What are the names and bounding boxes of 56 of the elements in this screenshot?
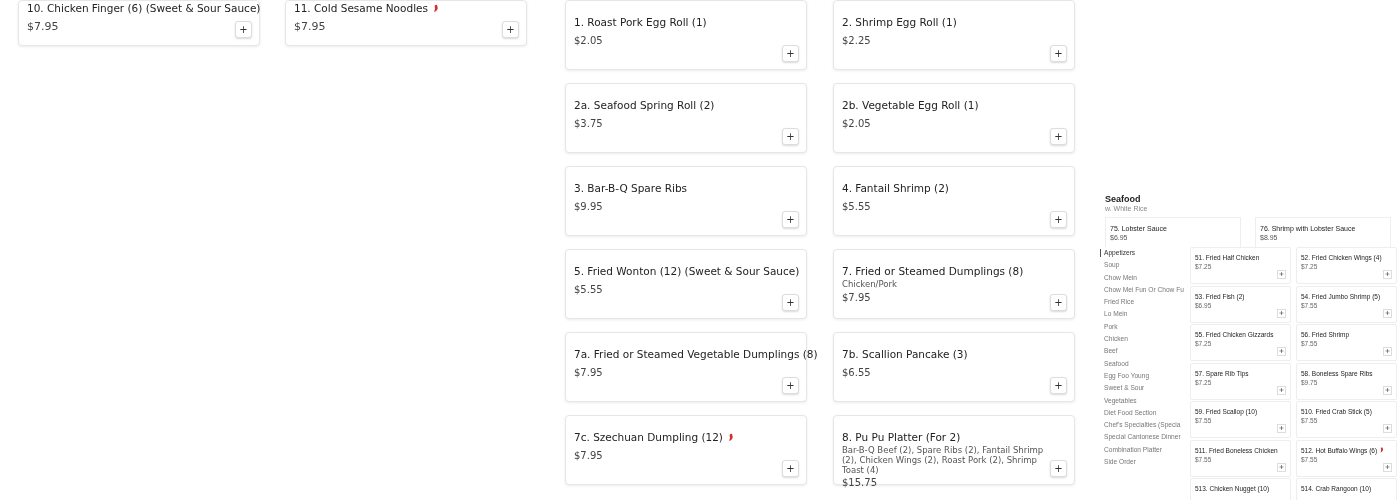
item-title: 7a. Fried or Steamed Vegetable Dumplings (8) bbox=[574, 348, 818, 360]
item-price: $3.75 bbox=[574, 118, 603, 129]
item-title: 2b. Vegetable Egg Roll (1) bbox=[842, 99, 979, 111]
item-title: 3. Bar-B-Q Spare Ribs bbox=[574, 182, 688, 194]
add-button[interactable]: + bbox=[1050, 294, 1067, 311]
add-button[interactable]: + bbox=[1050, 377, 1067, 394]
menu-item-card[interactable]: 7c. Szechuan Dumpling (12) $7.95 + bbox=[565, 415, 807, 485]
item-title: 10. Chicken Finger (6) (Sweet & Sour Sauce) bbox=[27, 2, 261, 14]
add-button[interactable]: + bbox=[235, 21, 252, 38]
item-description: Chicken/Pork bbox=[842, 280, 898, 290]
item-description: Bar-B-Q Beef (2), Spare Ribs (2), Fantail Shrimp (2), Chicken Wings (2), Roast Pork (2), Shrimp Toast (4) bbox=[842, 446, 1044, 476]
menu-item-card[interactable]: 1. Roast Pork Egg Roll (1) $2.05 + bbox=[565, 0, 807, 70]
add-button[interactable]: + bbox=[502, 21, 519, 38]
menu-item-card[interactable]: 2. Shrimp Egg Roll (1) $2.25 + bbox=[833, 0, 1075, 70]
menu-item-card[interactable]: 10. Chicken Finger (6) (Sweet & Sour Sauce) $7.95 + bbox=[18, 0, 260, 46]
item-price: $7.95 bbox=[574, 450, 603, 461]
add-button[interactable]: + bbox=[782, 377, 799, 394]
item-price: $9.95 bbox=[574, 201, 603, 212]
add-button[interactable]: + bbox=[1050, 460, 1067, 477]
item-title: 11. Cold Sesame Noodles bbox=[294, 2, 428, 14]
item-price: $2.05 bbox=[842, 118, 871, 129]
item-price: $5.55 bbox=[842, 201, 871, 212]
item-title: 7. Fried or Steamed Dumplings (8) bbox=[842, 265, 1024, 277]
menu-item-card[interactable]: 5. Fried Wonton (12) (Sweet & Sour Sauce) $5.55 + bbox=[565, 249, 807, 319]
item-title: 4. Fantail Shrimp (2) bbox=[842, 182, 949, 194]
item-price: $2.05 bbox=[574, 35, 603, 46]
menu-item-card[interactable]: 2b. Vegetable Egg Roll (1) $2.05 + bbox=[833, 83, 1075, 153]
menu-item-card[interactable]: 11. Cold Sesame Noodles $7.95 + bbox=[285, 0, 527, 46]
add-button[interactable]: + bbox=[782, 211, 799, 228]
item-price: $7.95 bbox=[574, 367, 603, 378]
item-title: 7b. Scallion Pancake (3) bbox=[842, 348, 968, 360]
menu-item-card[interactable]: 3. Bar-B-Q Spare Ribs $9.95 + bbox=[565, 166, 807, 236]
add-button[interactable]: + bbox=[1050, 211, 1067, 228]
add-button[interactable]: + bbox=[1050, 45, 1067, 62]
item-price: $7.95 bbox=[294, 20, 326, 33]
menu-item-card[interactable]: 4. Fantail Shrimp (2) $5.55 + bbox=[833, 166, 1075, 236]
menu-item-card[interactable]: 2a. Seafood Spring Roll (2) $3.75 + bbox=[565, 83, 807, 153]
add-button[interactable]: + bbox=[1050, 128, 1067, 145]
item-price: $2.25 bbox=[842, 35, 871, 46]
item-title: 2. Shrimp Egg Roll (1) bbox=[842, 16, 957, 28]
menu-item-card[interactable]: 7. Fried or Steamed Dumplings (8) Chicken/Pork $7.95 + bbox=[833, 249, 1075, 319]
add-button[interactable]: + bbox=[782, 45, 799, 62]
item-title: 2a. Seafood Spring Roll (2) bbox=[574, 99, 715, 111]
add-button[interactable]: + bbox=[782, 294, 799, 311]
item-price: $7.95 bbox=[27, 20, 59, 33]
section-heading: Seafood bbox=[1105, 194, 1141, 204]
add-button[interactable]: + bbox=[782, 460, 799, 477]
item-price: $5.55 bbox=[574, 284, 603, 295]
add-button[interactable]: + bbox=[782, 128, 799, 145]
item-title: 1. Roast Pork Egg Roll (1) bbox=[574, 16, 707, 28]
item-price: $7.95 bbox=[842, 291, 871, 303]
item-title: 7c. Szechuan Dumpling (12) bbox=[574, 431, 723, 443]
item-title: 5. Fried Wonton (12) (Sweet & Sour Sauce) bbox=[574, 265, 800, 277]
item-price: $6.55 bbox=[842, 367, 871, 378]
item-title: 8. Pu Pu Platter (For 2) bbox=[842, 431, 961, 443]
menu-item-card[interactable]: 7b. Scallion Pancake (3) $6.55 + bbox=[833, 332, 1075, 402]
